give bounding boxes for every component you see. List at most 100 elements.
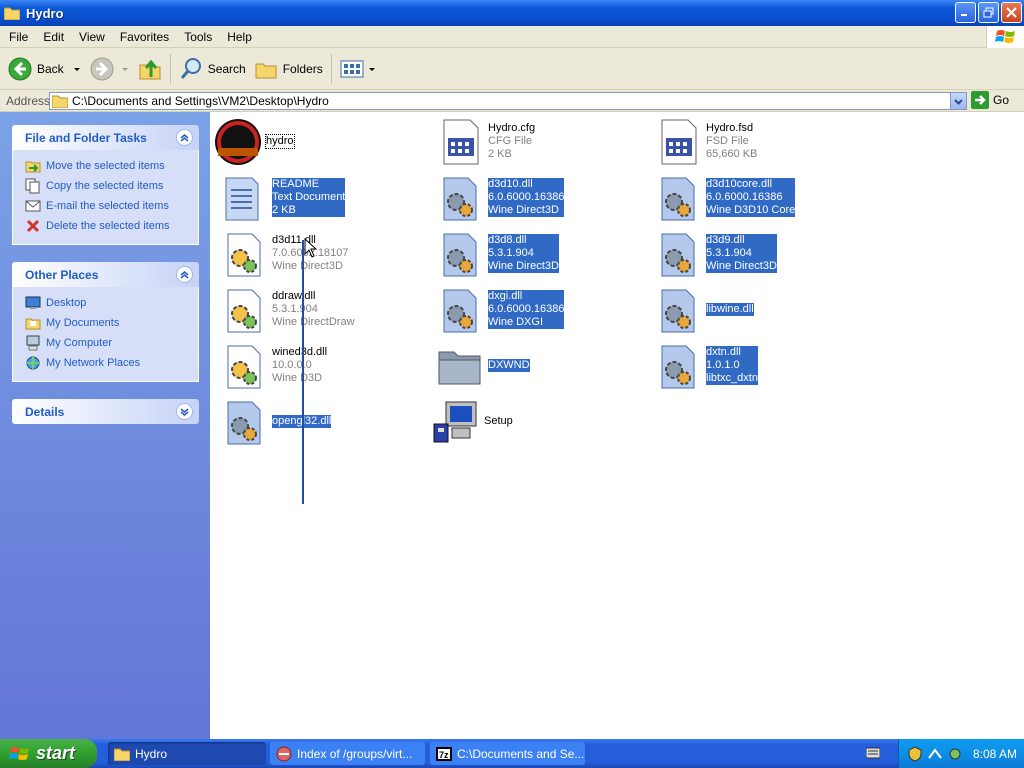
file-item-setup[interactable]: Setup — [432, 398, 513, 446]
close-icon — [1006, 7, 1017, 18]
title-bar[interactable]: Hydro — [0, 0, 1024, 26]
cfg-file-icon — [443, 119, 479, 165]
file-list-area[interactable]: hydro Hydro.cfg CFG File 2 KB Hydro.fsd … — [210, 112, 1024, 739]
expand-chevron-icon[interactable] — [176, 403, 193, 420]
place-desktop-link[interactable]: Desktop — [25, 293, 198, 313]
move-selected-items-link[interactable]: Move the selected items — [25, 156, 198, 176]
file-description: Wine DXGI — [488, 316, 544, 328]
place-my-documents-link[interactable]: My Documents — [25, 313, 198, 333]
toolbar-separator — [169, 53, 171, 84]
dll-gear-icon — [227, 401, 261, 445]
menu-bar: File Edit View Favorites Tools Help — [0, 26, 1024, 48]
file-size: 2 KB — [488, 148, 512, 160]
other-places-panel: Other Places Desktop My Documents My Com… — [12, 262, 199, 382]
place-my-computer-link[interactable]: My Computer — [25, 333, 198, 353]
folders-button[interactable]: Folders — [250, 52, 327, 86]
copy-selected-items-link[interactable]: Copy the selected items — [25, 176, 198, 196]
file-item-hydro-cfg[interactable]: Hydro.cfg CFG File 2 KB — [436, 118, 535, 166]
go-button[interactable]: Go — [971, 91, 1009, 109]
file-type: CFG File — [488, 135, 532, 147]
other-places-header[interactable]: Other Places — [12, 262, 199, 287]
dll-gear-icon — [443, 233, 477, 277]
file-item-dxgi-dll[interactable]: dxgi.dll 6.0.6000.16386 Wine DXGI — [436, 286, 565, 334]
network-places-icon — [26, 356, 40, 370]
back-button[interactable]: Back — [4, 52, 86, 86]
security-shield-icon[interactable] — [907, 745, 923, 762]
file-folder-tasks-header[interactable]: File and Folder Tasks — [12, 125, 199, 150]
menu-view[interactable]: View — [73, 30, 111, 44]
start-button[interactable]: start — [0, 739, 97, 768]
tray-app-icon[interactable] — [947, 746, 963, 762]
file-item-readme[interactable]: README Text Document 2 KB — [220, 174, 346, 222]
back-label: Back — [37, 61, 64, 76]
file-item-d3d9-dll[interactable]: d3d9.dll 5.3.1.904 Wine Direct3D — [654, 230, 777, 278]
file-name: d3d10core.dll — [706, 178, 773, 190]
file-item-d3d11-dll[interactable]: d3d11.dll 7.0.6002.18107 Wine Direct3D — [220, 230, 348, 278]
file-name: Hydro.fsd — [706, 122, 754, 134]
collapse-chevron-icon[interactable] — [176, 266, 193, 283]
file-version: 6.0.6000.16386 — [706, 191, 783, 203]
taskbar-button-label: Index of /groups/virt... — [297, 746, 413, 761]
file-item-d3d8-dll[interactable]: d3d8.dll 5.3.1.904 Wine Direct3D — [436, 230, 559, 278]
views-button[interactable] — [336, 52, 381, 86]
menu-favorites[interactable]: Favorites — [114, 30, 175, 44]
file-version: 1.0.1.0 — [706, 359, 740, 371]
file-name: ddraw.dll — [272, 290, 316, 302]
file-item-d3d10core-dll[interactable]: d3d10core.dll 6.0.6000.16386 Wine D3D10 … — [654, 174, 796, 222]
svg-text:7z: 7z — [439, 750, 449, 760]
folder-icon — [114, 748, 130, 761]
windows-logo-icon — [986, 26, 1024, 48]
file-item-ddraw-dll[interactable]: ddraw.dll 5.3.1.904 Wine DirectDraw — [220, 286, 355, 334]
forward-button[interactable] — [86, 52, 134, 86]
file-name: Setup — [484, 415, 513, 427]
file-item-libwine-dll[interactable]: libwine.dll — [654, 286, 754, 334]
copy-icon — [25, 178, 40, 194]
keyboard-icon[interactable] — [866, 746, 880, 760]
file-type: Text Document — [272, 191, 346, 203]
details-header[interactable]: Details — [12, 399, 199, 424]
menu-tools[interactable]: Tools — [178, 30, 218, 44]
file-item-hydro-fsd[interactable]: Hydro.fsd FSD File 65,660 KB — [654, 118, 757, 166]
file-item-dxtn-dll[interactable]: dxtn.dll 1.0.1.0 libtxc_dxtn — [654, 342, 758, 390]
taskbar-button-hydro[interactable]: Hydro — [108, 742, 266, 765]
dll-gear-icon — [661, 177, 695, 221]
search-button[interactable]: Search — [175, 52, 250, 86]
menu-file[interactable]: File — [3, 30, 34, 44]
file-version: 10.0.0.0 — [272, 359, 312, 371]
collapse-chevron-icon[interactable] — [176, 129, 193, 146]
restore-button[interactable] — [978, 2, 999, 23]
file-item-d3d10-dll[interactable]: d3d10.dll 6.0.6000.16386 Wine Direct3D — [436, 174, 565, 222]
place-my-network-places-link[interactable]: My Network Places — [25, 353, 198, 373]
address-input[interactable]: C:\Documents and Settings\VM2\Desktop\Hy… — [49, 92, 967, 110]
browser-icon — [276, 746, 292, 761]
clock[interactable]: 8:08 AM — [973, 747, 1017, 761]
delete-selected-items-link[interactable]: Delete the selected items — [25, 216, 198, 236]
file-version: 5.3.1.904 — [488, 247, 534, 259]
file-item-dxwnd-folder[interactable]: DXWND — [436, 342, 530, 390]
hydro-app-icon — [215, 119, 261, 165]
file-name: wined3d.dll — [272, 346, 328, 358]
file-item-wined3d-dll[interactable]: wined3d.dll 10.0.0.0 Wine D3D — [220, 342, 327, 390]
file-item-hydro[interactable]: hydro — [214, 118, 295, 166]
file-name: README — [272, 178, 320, 190]
up-folder-button[interactable] — [134, 52, 166, 86]
file-item-opengl32-dll[interactable]: opengl32.dll — [220, 398, 332, 446]
file-name: d3d9.dll — [706, 234, 745, 246]
address-dropdown-button[interactable] — [950, 93, 966, 109]
minimize-button[interactable] — [955, 2, 976, 23]
menu-help[interactable]: Help — [221, 30, 258, 44]
file-version: 6.0.6000.16386 — [488, 303, 565, 315]
close-button[interactable] — [1001, 2, 1022, 23]
taskbar-button-browser[interactable]: Index of /groups/virt... — [270, 742, 425, 765]
file-name: hydro — [265, 134, 295, 149]
address-bar: Address C:\Documents and Settings\VM2\De… — [0, 90, 1024, 112]
menu-edit[interactable]: Edit — [37, 30, 70, 44]
file-name: d3d10.dll — [488, 178, 533, 190]
email-selected-items-link[interactable]: E-mail the selected items — [25, 196, 198, 216]
network-icon[interactable] — [927, 746, 943, 762]
system-tray: 8:08 AM — [898, 739, 1024, 768]
taskbar-button-7zip[interactable]: 7z C:\Documents and Se... — [430, 742, 585, 765]
my-computer-icon — [26, 335, 40, 351]
file-name: DXWND — [488, 359, 530, 371]
file-description: Wine Direct3D — [272, 260, 343, 272]
